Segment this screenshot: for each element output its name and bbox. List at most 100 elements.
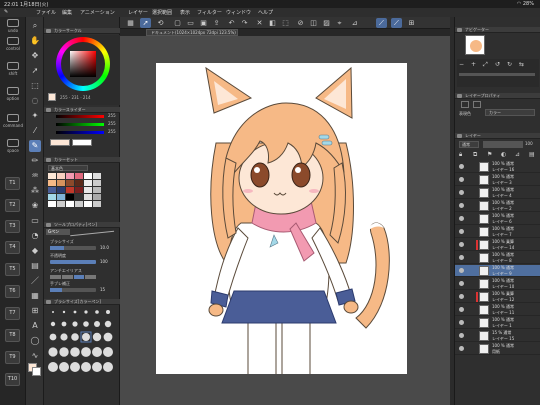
fill-tool-icon[interactable]: ◆ bbox=[29, 245, 41, 257]
undo-icon[interactable]: ↶ bbox=[226, 18, 237, 28]
export-icon[interactable]: ⇪ bbox=[211, 18, 222, 28]
color-set-dropdown[interactable]: 基本色 bbox=[48, 165, 88, 171]
layer-row[interactable]: 100 % 通常 レイヤー 7 bbox=[455, 226, 540, 238]
swatch[interactable] bbox=[66, 173, 74, 179]
swatch[interactable] bbox=[75, 180, 83, 186]
drawing-canvas[interactable] bbox=[156, 63, 407, 374]
visibility-eye-icon[interactable] bbox=[459, 164, 464, 169]
snap-icon[interactable]: ⌖ bbox=[334, 18, 345, 28]
shortcut-t6[interactable]: T6 bbox=[5, 285, 20, 298]
green-slider[interactable] bbox=[56, 123, 104, 126]
shortcut-t2[interactable]: T2 bbox=[5, 199, 20, 212]
menu-window[interactable]: ウィンドウ bbox=[226, 9, 251, 16]
layer-row[interactable]: 100 % 通常 レイヤー 10 bbox=[455, 278, 540, 290]
deselect-icon[interactable]: ⊘ bbox=[295, 18, 306, 28]
opacity-slider[interactable] bbox=[50, 260, 96, 264]
menu-selection[interactable]: 選択範囲 bbox=[152, 9, 172, 16]
visibility-eye-icon[interactable] bbox=[459, 333, 464, 338]
eyedropper-tool-icon[interactable]: ⁄ bbox=[29, 125, 41, 137]
stabilization-slider[interactable] bbox=[50, 288, 96, 292]
swatch[interactable] bbox=[84, 194, 92, 200]
lasso-tool-icon[interactable]: ◌ bbox=[29, 95, 41, 107]
shortcut-t3[interactable]: T3 bbox=[5, 220, 20, 233]
document-tab[interactable]: ドキュメント(1024×1024px 72dpi 123.5%) bbox=[146, 29, 238, 36]
gradient-tool-icon[interactable]: ▤ bbox=[29, 260, 41, 272]
swatch[interactable] bbox=[75, 187, 83, 193]
layer-row[interactable]: 100 % 通常 レイヤー 3 bbox=[455, 174, 540, 186]
sub-color-swatch[interactable] bbox=[32, 367, 41, 376]
menu-help[interactable]: ヘルプ bbox=[258, 9, 273, 16]
layer-row[interactable]: 100 % 通常 レイヤー 11 bbox=[455, 304, 540, 316]
wand-tool-icon[interactable]: ✦ bbox=[29, 110, 41, 122]
shortcut-t9[interactable]: T9 bbox=[5, 351, 20, 364]
text-tool-icon[interactable]: A bbox=[29, 320, 41, 332]
rotate-right-icon[interactable]: ↻ bbox=[507, 61, 512, 68]
blend-tool-icon[interactable]: ◔ bbox=[29, 230, 41, 242]
layer-row[interactable]: 100 % 通常 レイヤー 4 bbox=[455, 187, 540, 199]
control-key[interactable]: control bbox=[2, 37, 24, 51]
redo-icon[interactable]: ↷ bbox=[239, 18, 250, 28]
swatch[interactable] bbox=[93, 180, 101, 186]
visibility-eye-icon[interactable] bbox=[459, 320, 464, 325]
visibility-eye-icon[interactable] bbox=[459, 216, 464, 221]
shortcut-t8[interactable]: T8 bbox=[5, 329, 20, 342]
visibility-eye-icon[interactable] bbox=[459, 242, 464, 247]
swatch[interactable] bbox=[93, 201, 101, 207]
lock-icon[interactable]: 🔒︎ bbox=[459, 151, 462, 159]
visibility-eye-icon[interactable] bbox=[459, 229, 464, 234]
ruler-icon[interactable]: ⊿ bbox=[515, 151, 520, 158]
swatch[interactable] bbox=[48, 201, 56, 207]
menu-layer[interactable]: レイヤー bbox=[128, 9, 148, 16]
shortcut-t10[interactable]: T10 bbox=[5, 373, 20, 386]
layer-row[interactable]: 100 % 通常 レイヤー 16 bbox=[455, 161, 540, 173]
swatch[interactable] bbox=[75, 173, 83, 179]
flip-icon[interactable]: ⇆ bbox=[519, 61, 524, 68]
zoom-slider[interactable] bbox=[459, 73, 535, 76]
layer-row[interactable]: 100 % 乗算 レイヤー 14 bbox=[455, 239, 540, 251]
fit-view-icon[interactable]: ⤢ bbox=[483, 61, 488, 69]
swatch[interactable] bbox=[66, 180, 74, 186]
zoom-out-icon[interactable]: − bbox=[459, 61, 464, 68]
transform-icon[interactable]: ⬚ bbox=[280, 18, 291, 28]
visibility-eye-icon[interactable] bbox=[459, 203, 464, 208]
slider-main-color[interactable] bbox=[50, 139, 70, 146]
clear-icon[interactable]: ✕ bbox=[254, 18, 265, 28]
pen-tool-icon[interactable]: ✎ bbox=[29, 140, 41, 152]
open-file-icon[interactable]: ▭ bbox=[185, 18, 196, 28]
swatch[interactable] bbox=[48, 194, 56, 200]
swatch[interactable] bbox=[48, 173, 56, 179]
visibility-eye-icon[interactable] bbox=[459, 346, 464, 351]
snap-ruler-active-icon[interactable]: ⟋ bbox=[376, 18, 387, 28]
swatch[interactable] bbox=[66, 187, 74, 193]
figure-tool-icon[interactable]: ／ bbox=[29, 275, 41, 287]
decoration-tool-icon[interactable]: ❀ bbox=[29, 200, 41, 212]
saturation-value-square[interactable] bbox=[70, 51, 96, 77]
layer-row[interactable]: 100 % 通常 用紙 bbox=[455, 343, 540, 355]
swatch[interactable] bbox=[57, 187, 65, 193]
swatch[interactable] bbox=[48, 180, 56, 186]
select-mode-icon[interactable]: ➚ bbox=[140, 18, 151, 28]
layer-opacity-slider[interactable] bbox=[483, 141, 523, 148]
brush-size-dots[interactable] bbox=[48, 307, 116, 387]
reference-icon[interactable]: ⚑ bbox=[487, 151, 492, 158]
effect-border-icon[interactable] bbox=[461, 101, 469, 108]
frame-tool-icon[interactable]: ▦ bbox=[29, 290, 41, 302]
invert-selection-icon[interactable]: ◫ bbox=[308, 18, 319, 28]
swatch[interactable] bbox=[84, 201, 92, 207]
menu-filter[interactable]: フィルター bbox=[197, 9, 222, 16]
layer-row[interactable]: 100 % 通常 レイヤー 6 bbox=[455, 213, 540, 225]
rotate-left-icon[interactable]: ↺ bbox=[495, 61, 500, 68]
swatch[interactable] bbox=[84, 187, 92, 193]
layer-row[interactable]: 100 % 通常 レイヤー 1 bbox=[455, 317, 540, 329]
fill-icon[interactable]: ◧ bbox=[267, 18, 278, 28]
zoom-in-icon[interactable]: + bbox=[471, 61, 476, 68]
correct-line-tool-icon[interactable]: ∿ bbox=[29, 350, 41, 362]
airbrush-tool-icon[interactable]: ⁂ bbox=[29, 185, 41, 197]
balloon-tool-icon[interactable]: ◯ bbox=[29, 335, 41, 347]
layer-row[interactable]: 100 % 通常 レイヤー 2 bbox=[455, 200, 540, 212]
swatch[interactable] bbox=[57, 194, 65, 200]
swatch[interactable] bbox=[57, 201, 65, 207]
mask-icon[interactable]: ◐ bbox=[501, 151, 506, 158]
color-set-grid[interactable] bbox=[48, 173, 101, 213]
zoom-tool-icon[interactable]: ⌕ bbox=[29, 20, 41, 32]
